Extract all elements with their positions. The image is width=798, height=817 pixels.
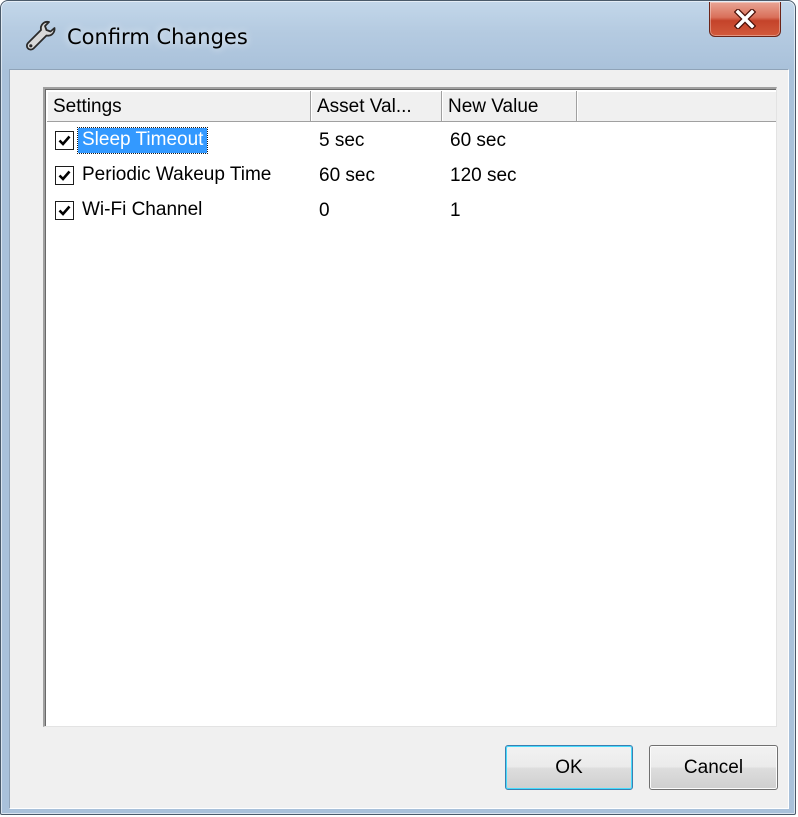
table-row[interactable]: Wi-Fi Channel 0 1 (47, 193, 776, 228)
column-header-new-value[interactable]: New Value (442, 91, 577, 122)
close-button[interactable] (709, 2, 781, 37)
cancel-button[interactable]: Cancel (649, 745, 778, 790)
column-header-empty (577, 91, 776, 122)
checkmark-icon (58, 170, 71, 181)
new-value-cell: 120 sec (450, 164, 517, 186)
column-header-asset-value[interactable]: Asset Val... (311, 91, 442, 122)
row-checkbox[interactable] (55, 131, 74, 150)
dialog-client-area: Settings Asset Val... New Value Sleep Ti… (9, 69, 789, 809)
setting-cell: Sleep Timeout (47, 127, 311, 154)
confirm-changes-dialog: Confirm Changes Settings Asset Val... Ne… (0, 0, 796, 815)
asset-value-cell: 60 sec (319, 164, 375, 186)
setting-name: Wi-Fi Channel (82, 199, 203, 220)
checkmark-icon (58, 135, 71, 146)
table-row[interactable]: Sleep Timeout 5 sec 60 sec (47, 123, 776, 158)
asset-value-cell: 0 (319, 199, 330, 221)
close-icon (734, 9, 756, 29)
settings-list-view[interactable]: Settings Asset Val... New Value Sleep Ti… (43, 87, 777, 727)
checkmark-icon (58, 205, 71, 216)
new-value-cell: 60 sec (450, 129, 506, 151)
table-row[interactable]: Periodic Wakeup Time 60 sec 120 sec (47, 158, 776, 193)
wrench-icon (23, 19, 57, 53)
setting-name: Periodic Wakeup Time (82, 164, 272, 185)
window-title: Confirm Changes (67, 25, 248, 49)
ok-button[interactable]: OK (505, 745, 633, 790)
setting-name: Sleep Timeout (76, 127, 209, 154)
row-checkbox[interactable] (55, 166, 74, 185)
row-checkbox[interactable] (55, 201, 74, 220)
asset-value-cell: 5 sec (319, 129, 365, 151)
list-header: Settings Asset Val... New Value (47, 91, 776, 122)
setting-cell: Wi-Fi Channel (47, 198, 311, 223)
column-header-settings[interactable]: Settings (47, 91, 311, 122)
setting-cell: Periodic Wakeup Time (47, 163, 311, 188)
list-body: Sleep Timeout 5 sec 60 sec Periodic Wake… (47, 123, 776, 228)
new-value-cell: 1 (450, 199, 461, 221)
title-bar[interactable]: Confirm Changes (1, 1, 795, 69)
